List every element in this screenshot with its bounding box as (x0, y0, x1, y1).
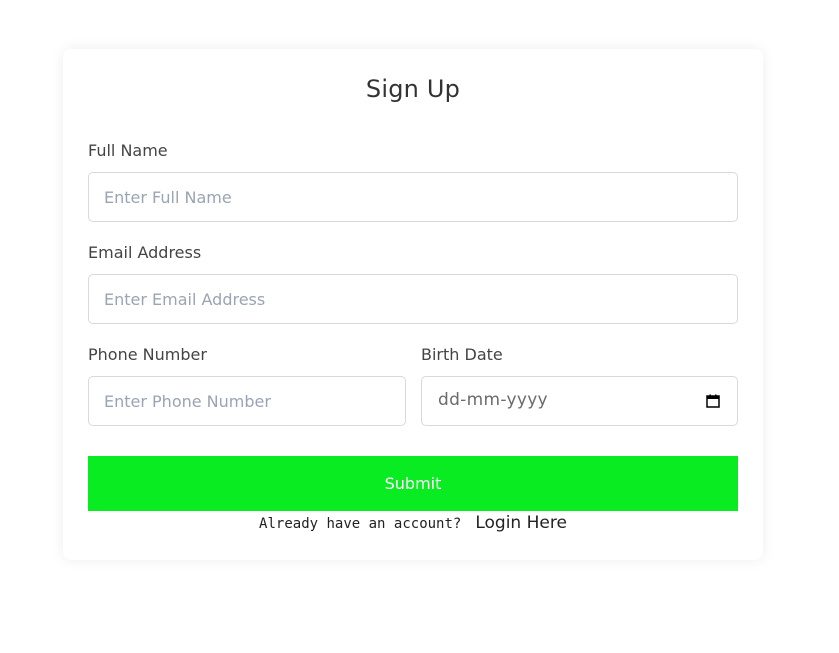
phone-input[interactable] (88, 376, 406, 426)
birth-date-input[interactable]: dd-mm-yyyy (421, 376, 738, 426)
submit-button[interactable]: Submit (88, 456, 738, 511)
login-prompt-text: Already have an account? (259, 516, 462, 532)
login-link[interactable]: Login Here (475, 513, 567, 533)
login-prompt-row: Already have an account? Login Here (63, 513, 763, 533)
signup-card: Sign Up Full Name Email Address Phone Nu… (63, 49, 763, 560)
full-name-input[interactable] (88, 172, 738, 222)
phone-label: Phone Number (88, 345, 207, 364)
email-input[interactable] (88, 274, 738, 324)
birth-date-label: Birth Date (421, 345, 503, 364)
birth-date-placeholder: dd-mm-yyyy (438, 390, 548, 410)
full-name-label: Full Name (88, 141, 168, 160)
calendar-icon[interactable] (706, 394, 720, 408)
email-label: Email Address (88, 243, 202, 262)
form-title: Sign Up (365, 75, 461, 103)
